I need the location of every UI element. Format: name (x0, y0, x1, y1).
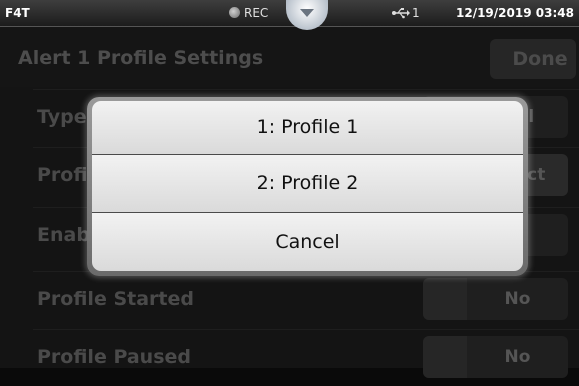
profile-option-2[interactable]: 2: Profile 2 (92, 155, 523, 213)
toggle-switch (423, 336, 467, 378)
record-icon (229, 7, 240, 18)
record-label: REC (244, 6, 269, 20)
usb-count: 1 (412, 6, 420, 20)
page-header: Alert 1 Profile Settings Done (0, 27, 579, 87)
row-label: Profile Started (37, 288, 194, 310)
done-button[interactable]: Done (490, 39, 576, 79)
datetime: 12/19/2019 03:48 (456, 6, 574, 20)
toggle-switch (423, 278, 467, 320)
page-title: Alert 1 Profile Settings (18, 47, 264, 69)
row-label: Type (37, 106, 87, 128)
toggle-value[interactable]: No (423, 336, 568, 378)
chevron-down-icon (300, 9, 314, 17)
row-value-text: No (504, 289, 531, 309)
cancel-button[interactable]: Cancel (92, 213, 523, 271)
usb-icon (392, 8, 410, 19)
row-label: Profile Paused (37, 346, 192, 368)
row-label: Enab (37, 224, 90, 246)
setting-row-profile-started[interactable]: Profile Started No (33, 271, 579, 328)
profile-select-dialog: 1: Profile 1 2: Profile 2 Cancel (87, 97, 528, 276)
row-value-text: No (504, 347, 531, 367)
profile-option-1[interactable]: 1: Profile 1 (92, 101, 523, 155)
brand-label: F4T (5, 6, 30, 20)
toggle-value[interactable]: No (423, 278, 568, 320)
setting-row-profile-paused[interactable]: Profile Paused No (33, 329, 579, 386)
row-label: Profi (37, 164, 88, 186)
